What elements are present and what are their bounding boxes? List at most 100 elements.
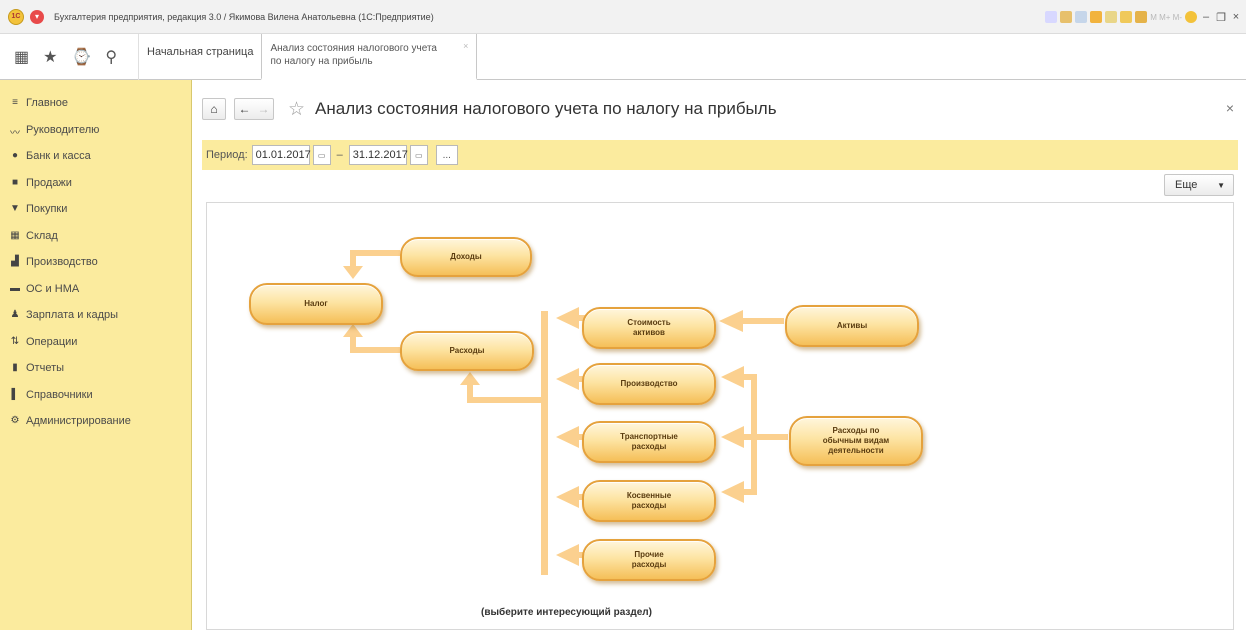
title-bar: 1С ▾ Бухгалтерия предприятия, редакция 3… [0,0,1246,34]
node-assets[interactable]: Активы [785,305,919,347]
sidebar-item-label: ОС и НМА [26,282,80,295]
node-transport-label-1: Транспортные [620,432,678,441]
node-asset-cost-label-2: активов [633,328,665,337]
node-ordinary-label-2: обычным видам [822,436,890,445]
select-period-button[interactable]: ... [435,145,458,165]
arrow-bus-link [471,397,547,403]
node-income-label: Доходы [450,252,482,261]
close-form-icon[interactable]: × [1226,100,1234,116]
favorites-icon[interactable] [1090,11,1103,23]
favorite-star-icon[interactable]: ☆ [288,98,305,121]
arrow-expense-head [343,324,363,337]
back-arrow-icon[interactable]: ← [239,102,251,116]
sidebar-item-manager[interactable]: 〰 Руководителю [0,117,191,144]
node-ordinary-expenses[interactable]: Расходы по обычным видам деятельности [789,416,923,466]
arrow-assets-head [719,310,743,332]
forward-arrow-icon[interactable]: → [258,102,270,116]
sidebar-item-production[interactable]: ▟ Производство [0,249,191,276]
factory-icon: ▟ [11,256,19,267]
arrow-ordinary-transport-head [721,426,744,448]
restore-icon[interactable]: ❐ [1215,11,1227,24]
arrow-indirect-head [556,486,579,508]
sidebar-item-label: Склад [26,229,58,242]
save-icon[interactable] [1045,11,1058,23]
node-expenses-label: Расходы [449,346,485,355]
sections-grid-icon[interactable]: ▦ [14,47,29,67]
node-indirect-label-2: расходы [631,501,667,510]
favorites-star-icon[interactable]: ★ [43,47,57,67]
arrow-expense-line [354,347,400,353]
sidebar-item-bank[interactable]: ● Банк и касса [0,143,191,170]
trend-icon: 〰 [10,127,20,139]
arrow-assets-line [742,318,784,324]
node-income[interactable]: Доходы [400,237,532,277]
window-title: Бухгалтерия предприятия, редакция 3.0 / … [54,11,434,22]
sidebar-item-label: Руководителю [26,123,100,136]
menu-icon: ≡ [12,97,18,108]
sidebar-item-reports[interactable]: ▮ Отчеты [0,355,191,382]
period-dash: – [336,149,343,161]
date-from-field[interactable]: 01.01.2017 [251,145,311,165]
history-icon[interactable] [1105,11,1118,23]
node-production[interactable]: Производство [582,363,716,405]
node-indirect-label-1: Косвенные [626,491,672,500]
calculator-icon[interactable] [1135,11,1148,23]
tab-label-line1: Анализ состояния налогового учета [270,42,437,54]
sidebar-item-assets[interactable]: ▬ ОС и НМА [0,276,191,303]
toolbar: ▦ ★ ⌚ ⚲ Начальная страница Анализ состоя… [0,33,1246,80]
preview-icon[interactable] [1075,11,1088,23]
node-other[interactable]: Прочие расходы [582,539,716,581]
sidebar-item-label: Администрирование [26,415,131,428]
cart-icon: ▼ [10,203,20,214]
date-to-field[interactable]: 31.12.2017 [348,145,408,165]
app-window: 1С ▾ Бухгалтерия предприятия, редакция 3… [0,0,1246,630]
operations-icon: ⇅ [10,335,20,347]
sidebar-item-operations[interactable]: ⇅ Операции [0,329,191,356]
print-icon[interactable] [1060,11,1073,23]
sidebar-item-label: Производство [26,256,98,269]
node-tax[interactable]: Налог [249,283,383,325]
diagram-frame: Доходы Налог Расходы Стоимость активов А… [206,202,1234,630]
main-menu-icon[interactable]: ▾ [30,9,44,24]
sidebar-item-catalogs[interactable]: ▌ Справочники [0,382,191,409]
warehouse-icon: ▦ [10,229,20,241]
node-expenses[interactable]: Расходы [400,331,534,371]
calendar-from-icon[interactable]: ▭ [312,145,331,165]
arrow-cost-head [556,307,579,329]
sidebar-item-payroll[interactable]: ♟ Зарплата и кадры [0,302,191,329]
sidebar-item-label: Отчеты [26,362,65,375]
history-icon[interactable]: ⌚ [71,47,91,67]
truck-icon: ▬ [10,282,20,294]
node-transport[interactable]: Транспортные расходы [582,421,716,463]
sidebar-item-purchases[interactable]: ▼ Покупки [0,196,191,223]
sidebar-item-main[interactable]: ≡ Главное [0,90,191,117]
sidebar-item-warehouse[interactable]: ▦ Склад [0,223,191,250]
period-bar: Период: 01.01.2017 ▭ – 31.12.2017 ▭ ... [202,140,1238,170]
calendar-to-icon[interactable]: ▭ [409,145,428,165]
search-icon[interactable]: ⚲ [105,47,117,67]
bag-icon: ■ [11,176,19,188]
arrow-production-head [556,368,579,390]
more-menu-button[interactable]: Еще ▼ [1164,174,1234,196]
node-ordinary-label-1: Расходы по [832,426,880,435]
arrow-ordinary-to-transport [743,434,755,440]
arrow-other-head [556,544,579,566]
arrow-ordinary-line [754,434,788,440]
toolbar-icons: ▦ ★ ⌚ ⚲ [0,47,138,67]
diagram: Доходы Налог Расходы Стоимость активов А… [207,203,1233,629]
person-icon: ♟ [10,309,20,320]
tab-tax-analysis[interactable]: Анализ состояния налогового учета по нал… [261,33,478,80]
sidebar-item-admin[interactable]: ⚙ Администрирование [0,408,191,435]
tab-close-icon[interactable]: × [463,40,468,53]
memory-buttons[interactable]: M M+ M- [1150,13,1182,22]
home-button[interactable]: ⌂ [202,98,226,120]
sidebar-item-sales[interactable]: ■ Продажи [0,170,191,197]
node-asset-cost[interactable]: Стоимость активов [582,307,716,349]
close-window-icon[interactable]: × [1230,11,1242,23]
calendar-icon[interactable] [1120,11,1133,23]
node-indirect[interactable]: Косвенные расходы [582,480,716,522]
minimize-icon[interactable]: – [1200,11,1212,23]
app-logo-icon[interactable]: 1С [8,8,24,25]
tab-home[interactable]: Начальная страница [138,33,261,80]
info-icon[interactable] [1185,11,1197,23]
